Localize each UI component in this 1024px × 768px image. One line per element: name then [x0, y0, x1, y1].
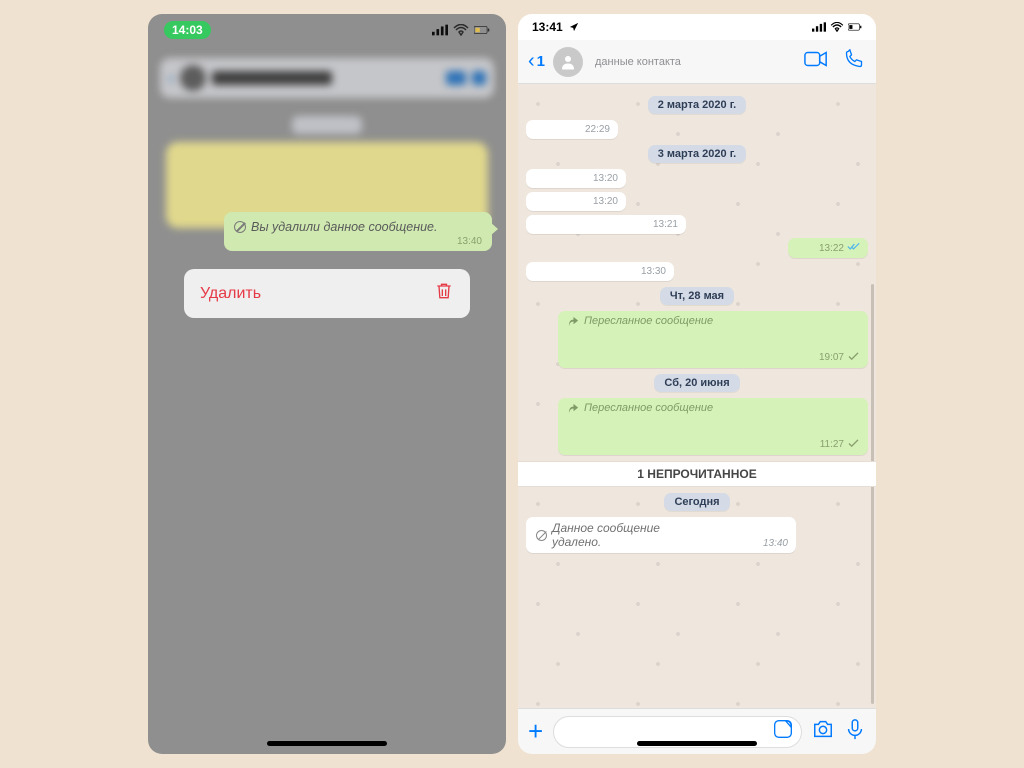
message-in[interactable]: 13:20 [526, 169, 626, 188]
forward-icon [568, 316, 579, 327]
message-in[interactable]: 22:29 [526, 120, 618, 139]
status-time: 13:41 [532, 20, 563, 34]
sticker-button[interactable] [773, 719, 793, 744]
battery-icon [848, 22, 862, 32]
date-chip: 2 марта 2020 г. [648, 96, 746, 114]
status-bar: 14:03 [148, 14, 506, 46]
sent-tick-icon [847, 352, 860, 364]
home-indicator[interactable] [267, 741, 387, 746]
date-chip: Сб, 20 июня [654, 374, 739, 392]
deleted-text: Данное сообщение удалено. [552, 521, 661, 549]
prohibited-icon [234, 221, 246, 233]
forward-icon [568, 403, 579, 414]
status-bar: 13:41 [518, 14, 876, 40]
sent-tick-icon [847, 439, 860, 451]
delete-action-label: Удалить [200, 285, 261, 303]
message-time: 13:40 [234, 236, 482, 247]
video-call-button[interactable] [804, 49, 828, 74]
forwarded-label: Пересланное сообщение [584, 315, 713, 327]
back-badge: 1 [537, 53, 545, 70]
deleted-message-bubble[interactable]: Вы удалили данное сообщение. 13:40 [224, 212, 492, 251]
contact-subtitle[interactable]: данные контакта [595, 56, 790, 68]
status-time: 14:03 [164, 21, 211, 39]
avatar[interactable] [553, 47, 583, 77]
message-in[interactable]: 13:20 [526, 192, 626, 211]
voice-call-button[interactable] [842, 49, 866, 74]
trash-icon [434, 281, 454, 306]
battery-icon [474, 24, 490, 36]
attach-button[interactable]: + [528, 716, 543, 747]
date-chip: Сегодня [664, 493, 729, 511]
chat-body[interactable]: 2 марта 2020 г. 22:29 3 марта 2020 г. 13… [518, 84, 876, 708]
wifi-icon [830, 22, 844, 32]
read-ticks-icon [847, 242, 860, 254]
signal-icon [812, 22, 826, 32]
message-time: 13:40 [664, 538, 789, 549]
phone-left-context-menu: 14:03 ‹ Вы удалили данное сообщение. 13:… [148, 14, 506, 754]
home-indicator[interactable] [637, 741, 757, 746]
back-button[interactable]: ‹1 [528, 50, 545, 73]
camera-button[interactable] [812, 718, 834, 745]
date-chip: 3 марта 2020 г. [648, 145, 746, 163]
forwarded-label: Пересланное сообщение [584, 402, 713, 414]
unread-banner: 1 НЕПРОЧИТАННОЕ [518, 461, 876, 487]
scrollbar-thumb[interactable] [871, 284, 874, 704]
message-in[interactable]: 13:30 [526, 262, 674, 281]
message-in[interactable]: 13:21 [526, 215, 686, 234]
deleted-message-in[interactable]: Данное сообщение удалено. 13:40 [526, 517, 796, 553]
delete-action-button[interactable]: Удалить [184, 269, 470, 318]
phone-right-chat: 13:41 ‹1 данные контакта 2 марта 2020 г.… [518, 14, 876, 754]
status-icons [432, 24, 490, 36]
wifi-icon [453, 24, 469, 36]
blurred-background: ‹ [148, 46, 506, 216]
location-icon [567, 22, 581, 32]
chat-header: ‹1 данные контакта [518, 40, 876, 84]
prohibited-icon [536, 530, 547, 541]
deleted-message-text: Вы удалили данное сообщение. [251, 220, 437, 234]
input-bar: + [518, 708, 876, 754]
date-chip: Чт, 28 мая [660, 287, 734, 305]
mic-button[interactable] [844, 718, 866, 745]
forwarded-message-out[interactable]: Пересланное сообщение 19:07 [558, 311, 868, 368]
signal-icon [432, 24, 448, 36]
forwarded-message-out[interactable]: Пересланное сообщение 11:27 [558, 398, 868, 455]
message-out[interactable]: 13:22 [788, 238, 868, 258]
